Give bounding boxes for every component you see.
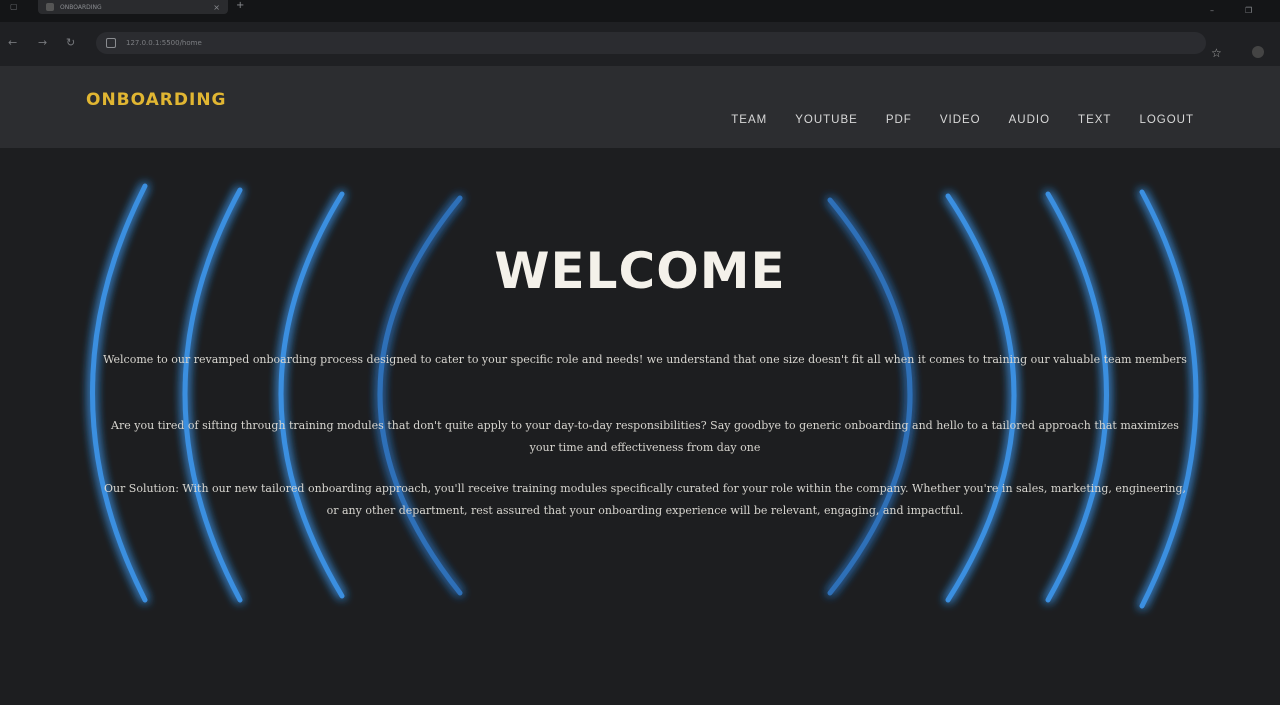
nav-audio[interactable]: AUDIO [1009, 114, 1050, 126]
forward-arrow-icon[interactable]: → [38, 36, 47, 49]
tab-search-icon[interactable]: ▢ [10, 2, 18, 11]
hero-paragraph-intro: Welcome to our revamped onboarding proce… [103, 353, 1187, 366]
maximize-icon[interactable]: ❐ [1245, 6, 1252, 15]
new-tab-button[interactable]: + [236, 0, 244, 11]
nav-youtube[interactable]: YOUTUBE [795, 114, 858, 126]
nav-logout[interactable]: LOGOUT [1139, 114, 1194, 126]
hero-title: WELCOME [494, 242, 786, 300]
reload-icon[interactable]: ↻ [66, 36, 75, 49]
tab-close-icon[interactable]: × [213, 3, 220, 12]
profile-avatar[interactable] [1252, 46, 1264, 58]
main-nav: TEAM YOUTUBE PDF VIDEO AUDIO TEXT LOGOUT [731, 114, 1194, 126]
nav-text[interactable]: TEXT [1078, 114, 1111, 126]
hero-paragraph-problem: Are you tired of sifting through trainin… [111, 419, 1179, 454]
url-text: 127.0.0.1:5500/home [126, 39, 202, 47]
browser-tab[interactable]: ONBOARDING × [38, 0, 228, 14]
browser-chrome: ▢ ONBOARDING × + – ❐ ← → ↻ 127.0.0.1:550… [0, 0, 1280, 66]
nav-video[interactable]: VIDEO [940, 114, 981, 126]
nav-pdf[interactable]: PDF [886, 114, 912, 126]
address-bar[interactable]: 127.0.0.1:5500/home [96, 32, 1206, 54]
site-logo[interactable]: ONBOARDING [86, 90, 227, 110]
site-info-icon[interactable] [106, 38, 116, 48]
tab-strip: ▢ ONBOARDING × + – ❐ [0, 0, 1280, 22]
back-arrow-icon[interactable]: ← [8, 36, 17, 49]
nav-team[interactable]: TEAM [731, 114, 767, 126]
tab-title: ONBOARDING [60, 3, 102, 11]
minimize-icon[interactable]: – [1210, 6, 1214, 15]
favicon-icon [46, 3, 54, 11]
hero-paragraph-solution: Our Solution: With our new tailored onbo… [103, 482, 1187, 517]
bookmark-star-icon[interactable]: ☆ [1211, 46, 1222, 60]
